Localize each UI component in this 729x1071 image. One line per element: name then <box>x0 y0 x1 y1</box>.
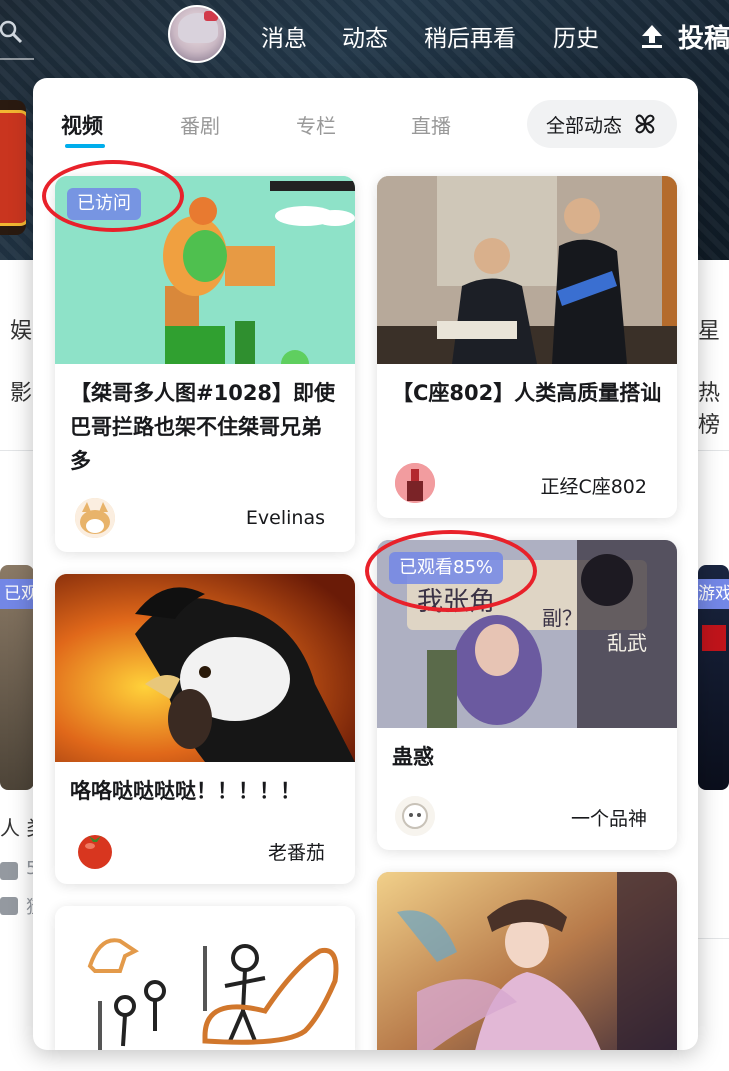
highlight-ring-watched <box>365 530 537 612</box>
top-nav: 消息 动态 稍后再看 历史 投稿 <box>0 18 729 54</box>
all-dynamics-button[interactable]: 全部动态 <box>527 100 677 148</box>
video-title[interactable]: 蛊惑 <box>392 740 662 774</box>
bg-video-thumbnail-right[interactable]: 游戏 <box>698 565 729 790</box>
video-thumbnail[interactable] <box>55 574 355 762</box>
video-card[interactable]: 已访问 【桀哥多人图#1028】即使巴哥拦路也架不住桀哥兄弟多 Evelinas <box>55 176 355 552</box>
bg-category-star[interactable]: 星 <box>698 313 720 345</box>
active-tab-indicator <box>65 144 105 148</box>
popup-tabs: 视频 番剧 专栏 直播 全部动态 <box>33 78 698 170</box>
uploader-avatar[interactable] <box>75 830 115 870</box>
video-thumbnail[interactable] <box>377 176 677 364</box>
video-thumbnail[interactable] <box>55 906 355 1050</box>
play-count-icon <box>0 862 18 880</box>
video-title[interactable]: 【C座802】人类高质量搭讪 <box>392 376 662 410</box>
bg-category-entertainment[interactable]: 娱 <box>10 313 32 345</box>
uploader-name[interactable]: 老番茄 <box>268 838 325 865</box>
uploader-avatar[interactable] <box>75 498 115 538</box>
highlight-ring-visited <box>42 160 184 232</box>
video-title[interactable]: 【桀哥多人图#1028】即使巴哥拦路也架不住桀哥兄弟多 <box>70 376 340 478</box>
nav-history[interactable]: 历史 <box>553 19 599 53</box>
nav-dynamics[interactable]: 动态 <box>342 19 388 53</box>
uploader-icon <box>0 897 18 915</box>
dynamics-popup: 视频 番剧 专栏 直播 全部动态 已访问 【桀哥多人图#1028】即使巴哥拦路也… <box>33 78 698 1050</box>
bg-category-hot[interactable]: 热榜 <box>698 375 729 439</box>
uploader-avatar[interactable] <box>395 796 435 836</box>
tab-column[interactable]: 专栏 <box>296 110 336 139</box>
video-thumbnail[interactable] <box>377 872 677 1050</box>
upload-label: 投稿 <box>678 23 729 54</box>
tab-bangumi[interactable]: 番剧 <box>180 110 220 139</box>
tab-video[interactable]: 视频 <box>61 110 103 140</box>
all-dynamics-label: 全部动态 <box>545 114 622 137</box>
bg-divider-right <box>698 938 729 939</box>
pinwheel-icon <box>635 114 655 134</box>
svg-text:副？: 副？ <box>542 606 582 630</box>
svg-text:乱武: 乱武 <box>607 631 647 655</box>
video-card[interactable] <box>377 872 677 1050</box>
video-title[interactable]: 咯咯哒哒哒哒！！！！！ <box>70 774 340 808</box>
uploader-name[interactable]: 一个品神 <box>571 804 647 831</box>
uploader-name[interactable]: Evelinas <box>246 507 325 529</box>
bg-game-badge-right: 游戏 <box>698 579 729 609</box>
bg-category-film[interactable]: 影 <box>10 375 32 407</box>
banner-left-thumbnail[interactable] <box>0 100 26 235</box>
video-card[interactable]: 【C座802】人类高质量搭讪 正经C座802 <box>377 176 677 518</box>
video-card[interactable]: 咯咯哒哒哒哒！！！！！ 老番茄 <box>55 574 355 884</box>
tab-live[interactable]: 直播 <box>411 110 451 139</box>
nav-watch-later[interactable]: 稍后再看 <box>424 19 516 53</box>
bg-watched-badge-left: 已观 <box>0 579 34 609</box>
uploader-name[interactable]: 正经C座802 <box>540 472 647 499</box>
nav-messages[interactable]: 消息 <box>261 19 307 53</box>
video-card[interactable] <box>55 906 355 1050</box>
upload-icon <box>642 24 662 48</box>
bg-video-thumbnail-left[interactable]: 已观 <box>0 565 34 790</box>
upload-button[interactable]: 投稿 <box>640 18 729 55</box>
uploader-avatar[interactable] <box>395 463 435 503</box>
